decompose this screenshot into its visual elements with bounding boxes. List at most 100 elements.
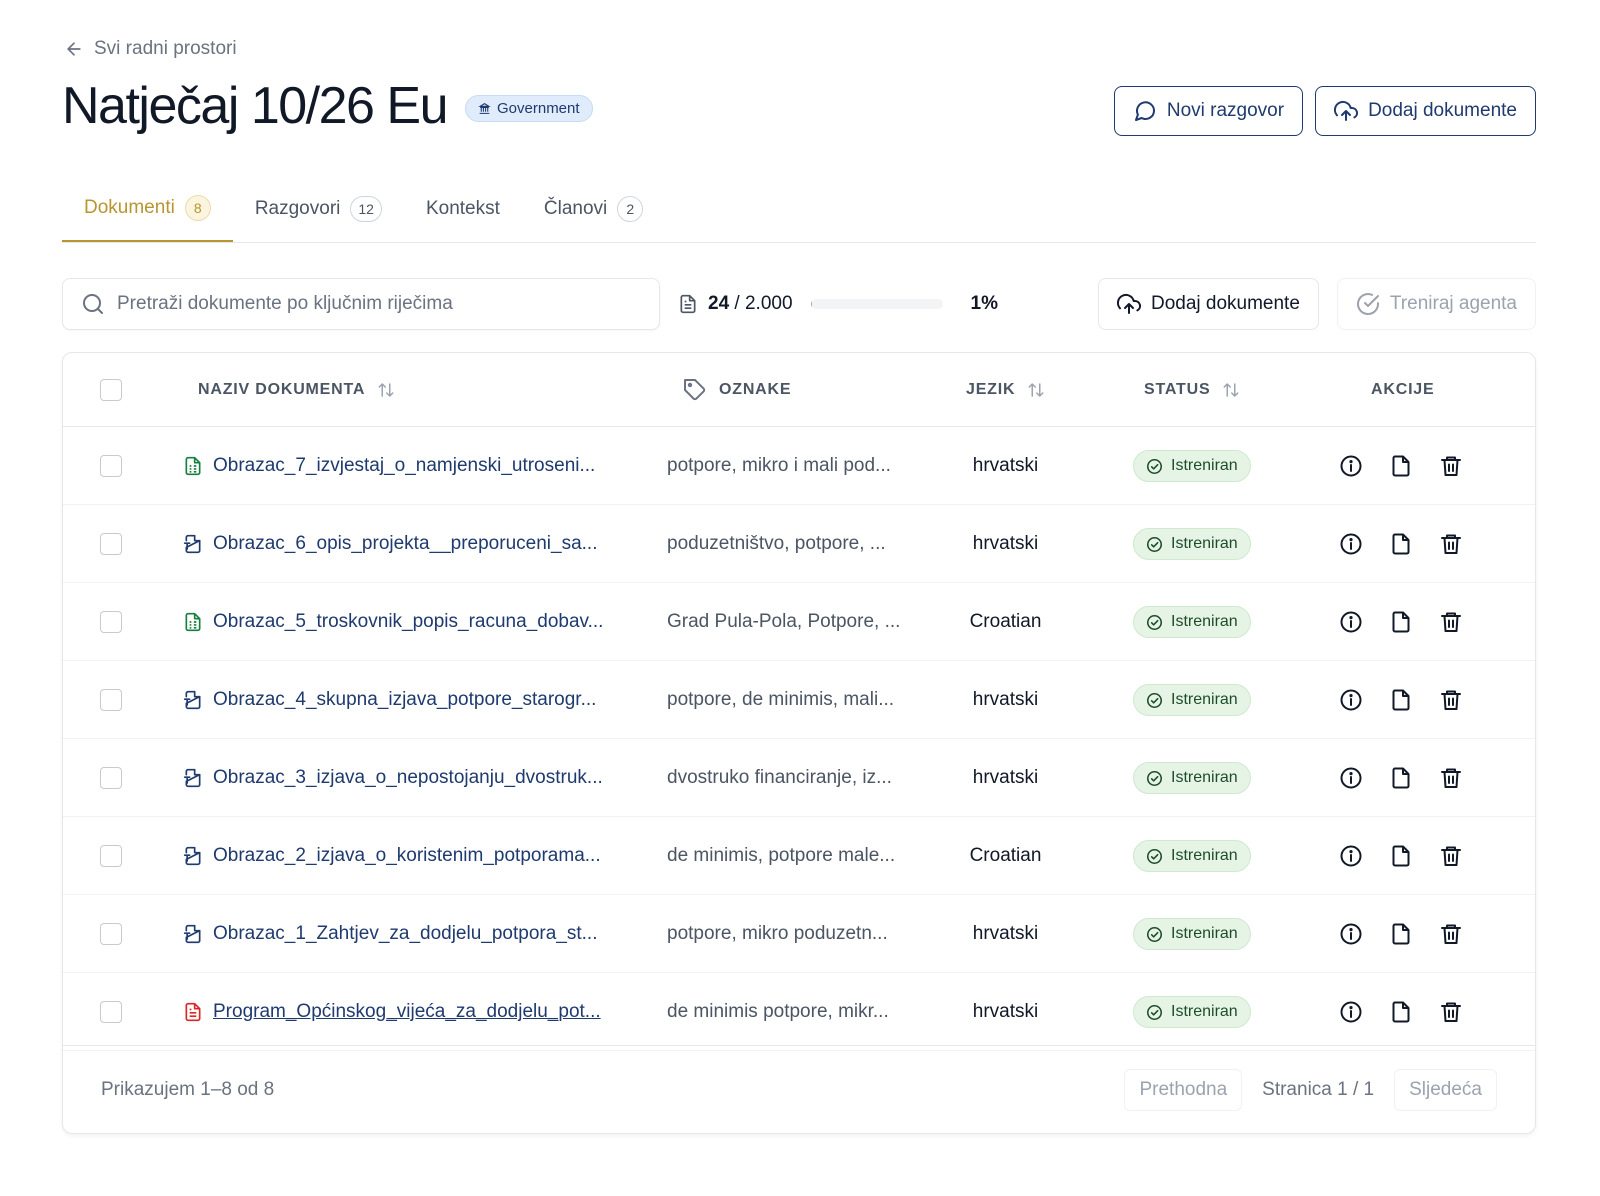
document-language: hrvatski [972,767,1039,788]
previous-page-button[interactable]: Prethodna [1124,1068,1243,1111]
view-document-button[interactable] [1389,844,1413,868]
document-name-link[interactable]: Obrazac_2_izjava_o_koristenim_potporama.… [183,817,601,895]
document-name-link[interactable]: Obrazac_3_izjava_o_nepostojanju_dvostruk… [183,739,603,817]
category-badge: Government [465,94,593,122]
back-link[interactable]: Svi radni prostori [64,38,237,60]
view-document-button[interactable] [1389,610,1413,634]
text-file-icon [183,768,201,788]
row-checkbox[interactable] [100,1001,122,1023]
column-header-name[interactable]: NAZIV DOKUMENTA [198,353,395,427]
info-button[interactable] [1339,766,1363,790]
row-checkbox[interactable] [100,455,122,477]
document-name-link[interactable]: Obrazac_4_skupna_izjava_potpore_starogr.… [183,661,596,739]
sort-icon [378,383,394,397]
tab-count-badge: 2 [617,196,644,222]
table-row[interactable]: Obrazac_3_izjava_o_nepostojanju_dvostruk… [63,739,1535,817]
document-name-link[interactable]: Obrazac_7_izvjestaj_o_namjenski_utroseni… [183,427,595,505]
check-circle-icon [1146,770,1163,786]
delete-button[interactable] [1439,610,1463,634]
table-row[interactable]: Obrazac_1_Zahtjev_za_dodjelu_potpora_st.… [63,895,1535,973]
column-header-language[interactable]: JEZIK [966,353,1045,427]
tab-context[interactable]: Kontekst [404,176,522,242]
train-agent-button[interactable]: Treniraj agenta [1336,278,1536,330]
document-name-link[interactable]: Obrazac_6_opis_projekta__preporuceni_sa.… [183,505,597,583]
row-checkbox[interactable] [100,845,122,867]
header-actions: Novi razgovor Dodaj dokumente [1113,86,1536,136]
table-row[interactable]: Obrazac_5_troskovnik_popis_racuna_dobav.… [63,583,1535,661]
document-language: hrvatski [972,689,1039,710]
view-document-button[interactable] [1389,1000,1413,1024]
view-document-button[interactable] [1389,454,1413,478]
status-label: Istreniran [1171,457,1238,474]
delete-button[interactable] [1439,844,1463,868]
view-document-button[interactable] [1389,688,1413,712]
search-icon [83,294,103,314]
document-name-link[interactable]: Program_Općinskog_vijeća_za_dodjelu_pot.… [183,973,601,1051]
search-input[interactable] [117,293,641,315]
next-page-button[interactable]: Sljedeća [1394,1068,1497,1111]
row-checkbox[interactable] [100,611,122,633]
quota-text: 24 / 2.000 [708,293,793,314]
row-checkbox[interactable] [100,923,122,945]
view-document-button[interactable] [1389,766,1413,790]
document-quota: 24 / 2.000 1% [678,293,998,315]
row-checkbox[interactable] [100,767,122,789]
status-label: Istreniran [1171,691,1238,708]
check-circle-icon [1146,848,1163,864]
add-documents-button[interactable]: Dodaj dokumente [1097,278,1319,330]
check-circle-icon [1146,1004,1163,1020]
delete-button[interactable] [1439,454,1463,478]
text-file-icon [183,690,201,710]
table-row[interactable]: Obrazac_4_skupna_izjava_potpore_starogr.… [63,661,1535,739]
info-button[interactable] [1339,454,1363,478]
status-cell: Istreniran [1133,973,1251,1051]
column-header-status[interactable]: STATUS [1144,353,1240,427]
view-document-button[interactable] [1389,922,1413,946]
delete-button[interactable] [1439,1000,1463,1024]
table-row[interactable]: Program_Općinskog_vijeća_za_dodjelu_pot.… [63,973,1535,1051]
info-icon [1340,689,1362,711]
check-circle-icon [1356,293,1379,316]
table-row[interactable]: Obrazac_2_izjava_o_koristenim_potporama.… [63,817,1535,895]
tab-conversations[interactable]: Razgovori 12 [233,176,404,242]
info-button[interactable] [1339,844,1363,868]
delete-button[interactable] [1439,922,1463,946]
status-badge: Istreniran [1133,606,1251,638]
tab-documents[interactable]: Dokumenti 8 [62,176,233,242]
check-circle-icon [1146,614,1163,630]
document-name-link[interactable]: Obrazac_5_troskovnik_popis_racuna_dobav.… [183,583,603,661]
info-button[interactable] [1339,610,1363,634]
row-checkbox[interactable] [100,689,122,711]
info-button[interactable] [1339,688,1363,712]
table-footer: Prikazujem 1–8 od 8 Prethodna Stranica 1… [63,1045,1535,1133]
row-checkbox[interactable] [100,533,122,555]
document-name: Obrazac_2_izjava_o_koristenim_potporama.… [213,845,601,866]
new-chat-button[interactable]: Novi razgovor [1113,86,1304,136]
tab-members[interactable]: Članovi 2 [522,176,665,242]
delete-button[interactable] [1439,532,1463,556]
page-header: Natječaj 10/26 Eu Government [62,76,593,136]
row-select-cell [100,973,122,1051]
table-row[interactable]: Obrazac_7_izvjestaj_o_namjenski_utroseni… [63,427,1535,505]
info-button[interactable] [1339,1000,1363,1024]
delete-button[interactable] [1439,766,1463,790]
header-add-documents-button[interactable]: Dodaj dokumente [1315,86,1536,136]
document-language: Croatian [969,845,1042,866]
tab-label: Dokumenti [84,197,175,218]
page-title: Natječaj 10/26 Eu [62,77,449,135]
info-button[interactable] [1339,922,1363,946]
sort-icon [1028,383,1044,397]
info-button[interactable] [1339,532,1363,556]
file-icon [1392,689,1410,711]
select-all-cell [100,353,122,427]
table-row[interactable]: Obrazac_6_opis_projekta__preporuceni_sa.… [63,505,1535,583]
document-language: hrvatski [972,533,1039,554]
view-document-button[interactable] [1389,532,1413,556]
select-all-checkbox[interactable] [100,379,122,401]
document-name: Program_Općinskog_vijeća_za_dodjelu_pot.… [213,1001,601,1022]
document-language: Croatian [969,611,1042,632]
document-name-link[interactable]: Obrazac_1_Zahtjev_za_dodjelu_potpora_st.… [183,895,597,973]
delete-button[interactable] [1439,688,1463,712]
pagination: Prethodna Stranica 1 / 1 Sljedeća [1124,1068,1497,1111]
add-documents-label: Dodaj dokumente [1150,293,1300,314]
